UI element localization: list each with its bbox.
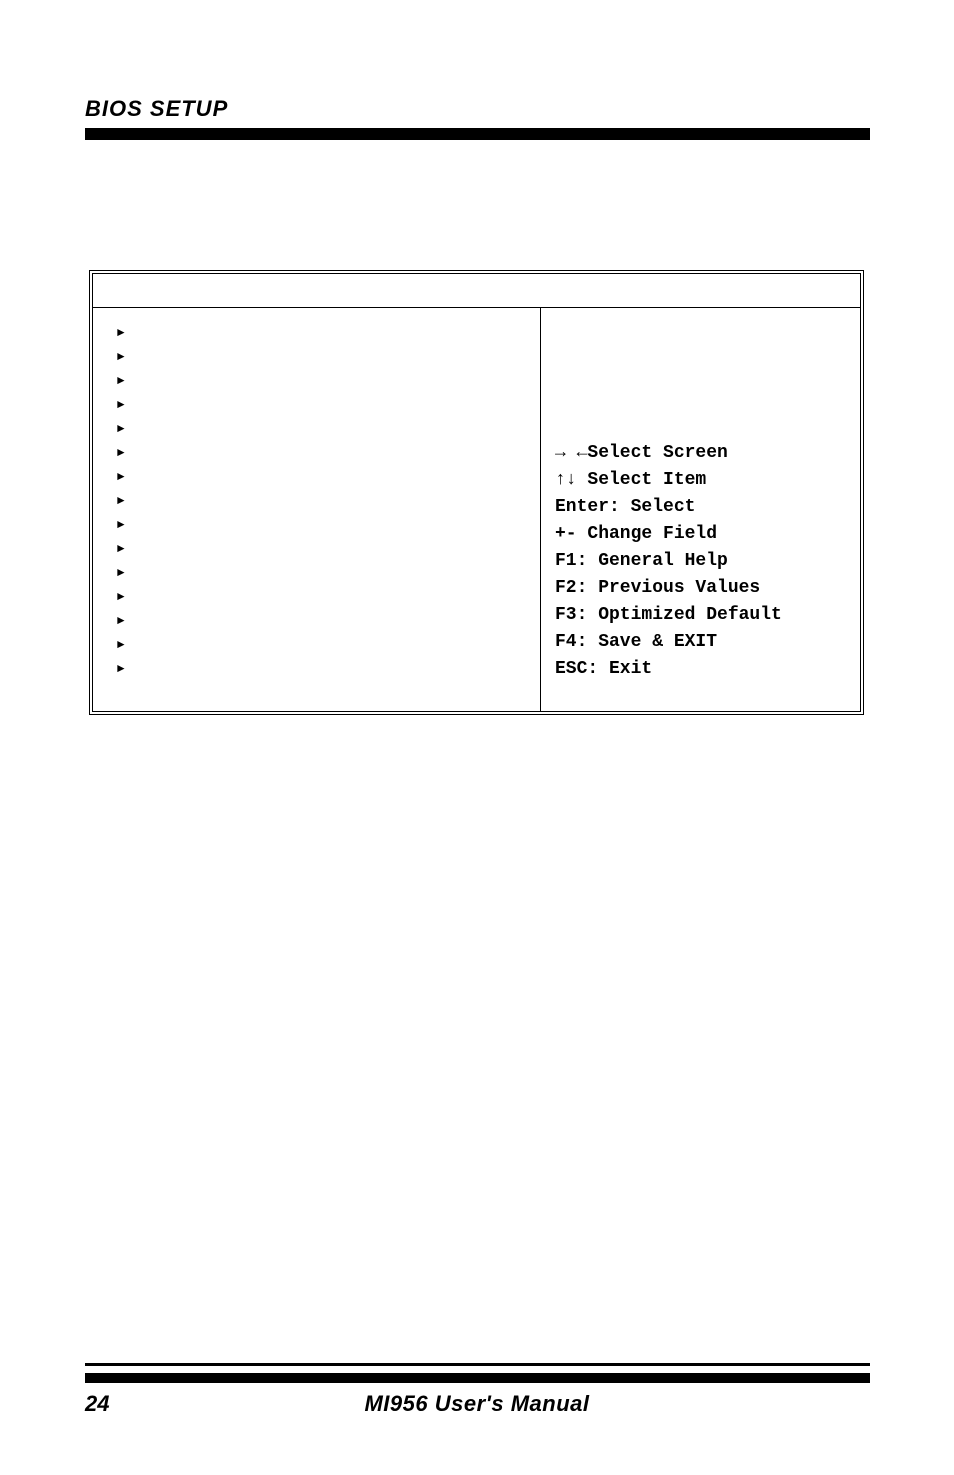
help-f4: F4: Save & EXIT — [555, 629, 850, 656]
help-esc: ESC: Exit — [555, 656, 850, 683]
menu-marker-icon: ► — [115, 560, 540, 584]
manual-title: MI956 User's Manual — [364, 1391, 589, 1417]
menu-marker-icon: ► — [115, 440, 540, 464]
menu-marker-icon: ► — [115, 368, 540, 392]
footer-divider — [85, 1373, 870, 1383]
help-change-field: +- Change Field — [555, 521, 850, 548]
menu-marker-icon: ► — [115, 584, 540, 608]
help-select-item: ↑↓ Select Item — [555, 467, 850, 494]
menu-marker-icon: ► — [115, 536, 540, 560]
menu-marker-icon: ► — [115, 464, 540, 488]
bios-screen-box: ► ► ► ► ► ► ► ► ► ► ► ► ► ► ► → ←Select … — [89, 270, 864, 715]
bios-left-panel: ► ► ► ► ► ► ► ► ► ► ► ► ► ► ► — [93, 308, 540, 711]
footer-thin-divider — [85, 1363, 870, 1366]
menu-marker-icon: ► — [115, 320, 540, 344]
help-select-screen: → ←Select Screen — [555, 440, 850, 467]
help-f2: F2: Previous Values — [555, 575, 850, 602]
menu-marker-icon: ► — [115, 416, 540, 440]
bios-menu-strip — [93, 274, 860, 308]
menu-marker-icon: ► — [115, 512, 540, 536]
menu-marker-icon: ► — [115, 632, 540, 656]
menu-marker-icon: ► — [115, 392, 540, 416]
help-f1: F1: General Help — [555, 548, 850, 575]
menu-marker-icon: ► — [115, 488, 540, 512]
menu-marker-icon: ► — [115, 656, 540, 680]
header-section-title: BIOS SETUP — [85, 96, 228, 122]
menu-marker-icon: ► — [115, 344, 540, 368]
menu-marker-icon: ► — [115, 608, 540, 632]
help-f3: F3: Optimized Default — [555, 602, 850, 629]
bios-help-panel: → ←Select Screen ↑↓ Select Item Enter: S… — [540, 308, 860, 711]
header-divider — [85, 128, 870, 140]
page-number: 24 — [85, 1391, 109, 1417]
help-enter: Enter: Select — [555, 494, 850, 521]
